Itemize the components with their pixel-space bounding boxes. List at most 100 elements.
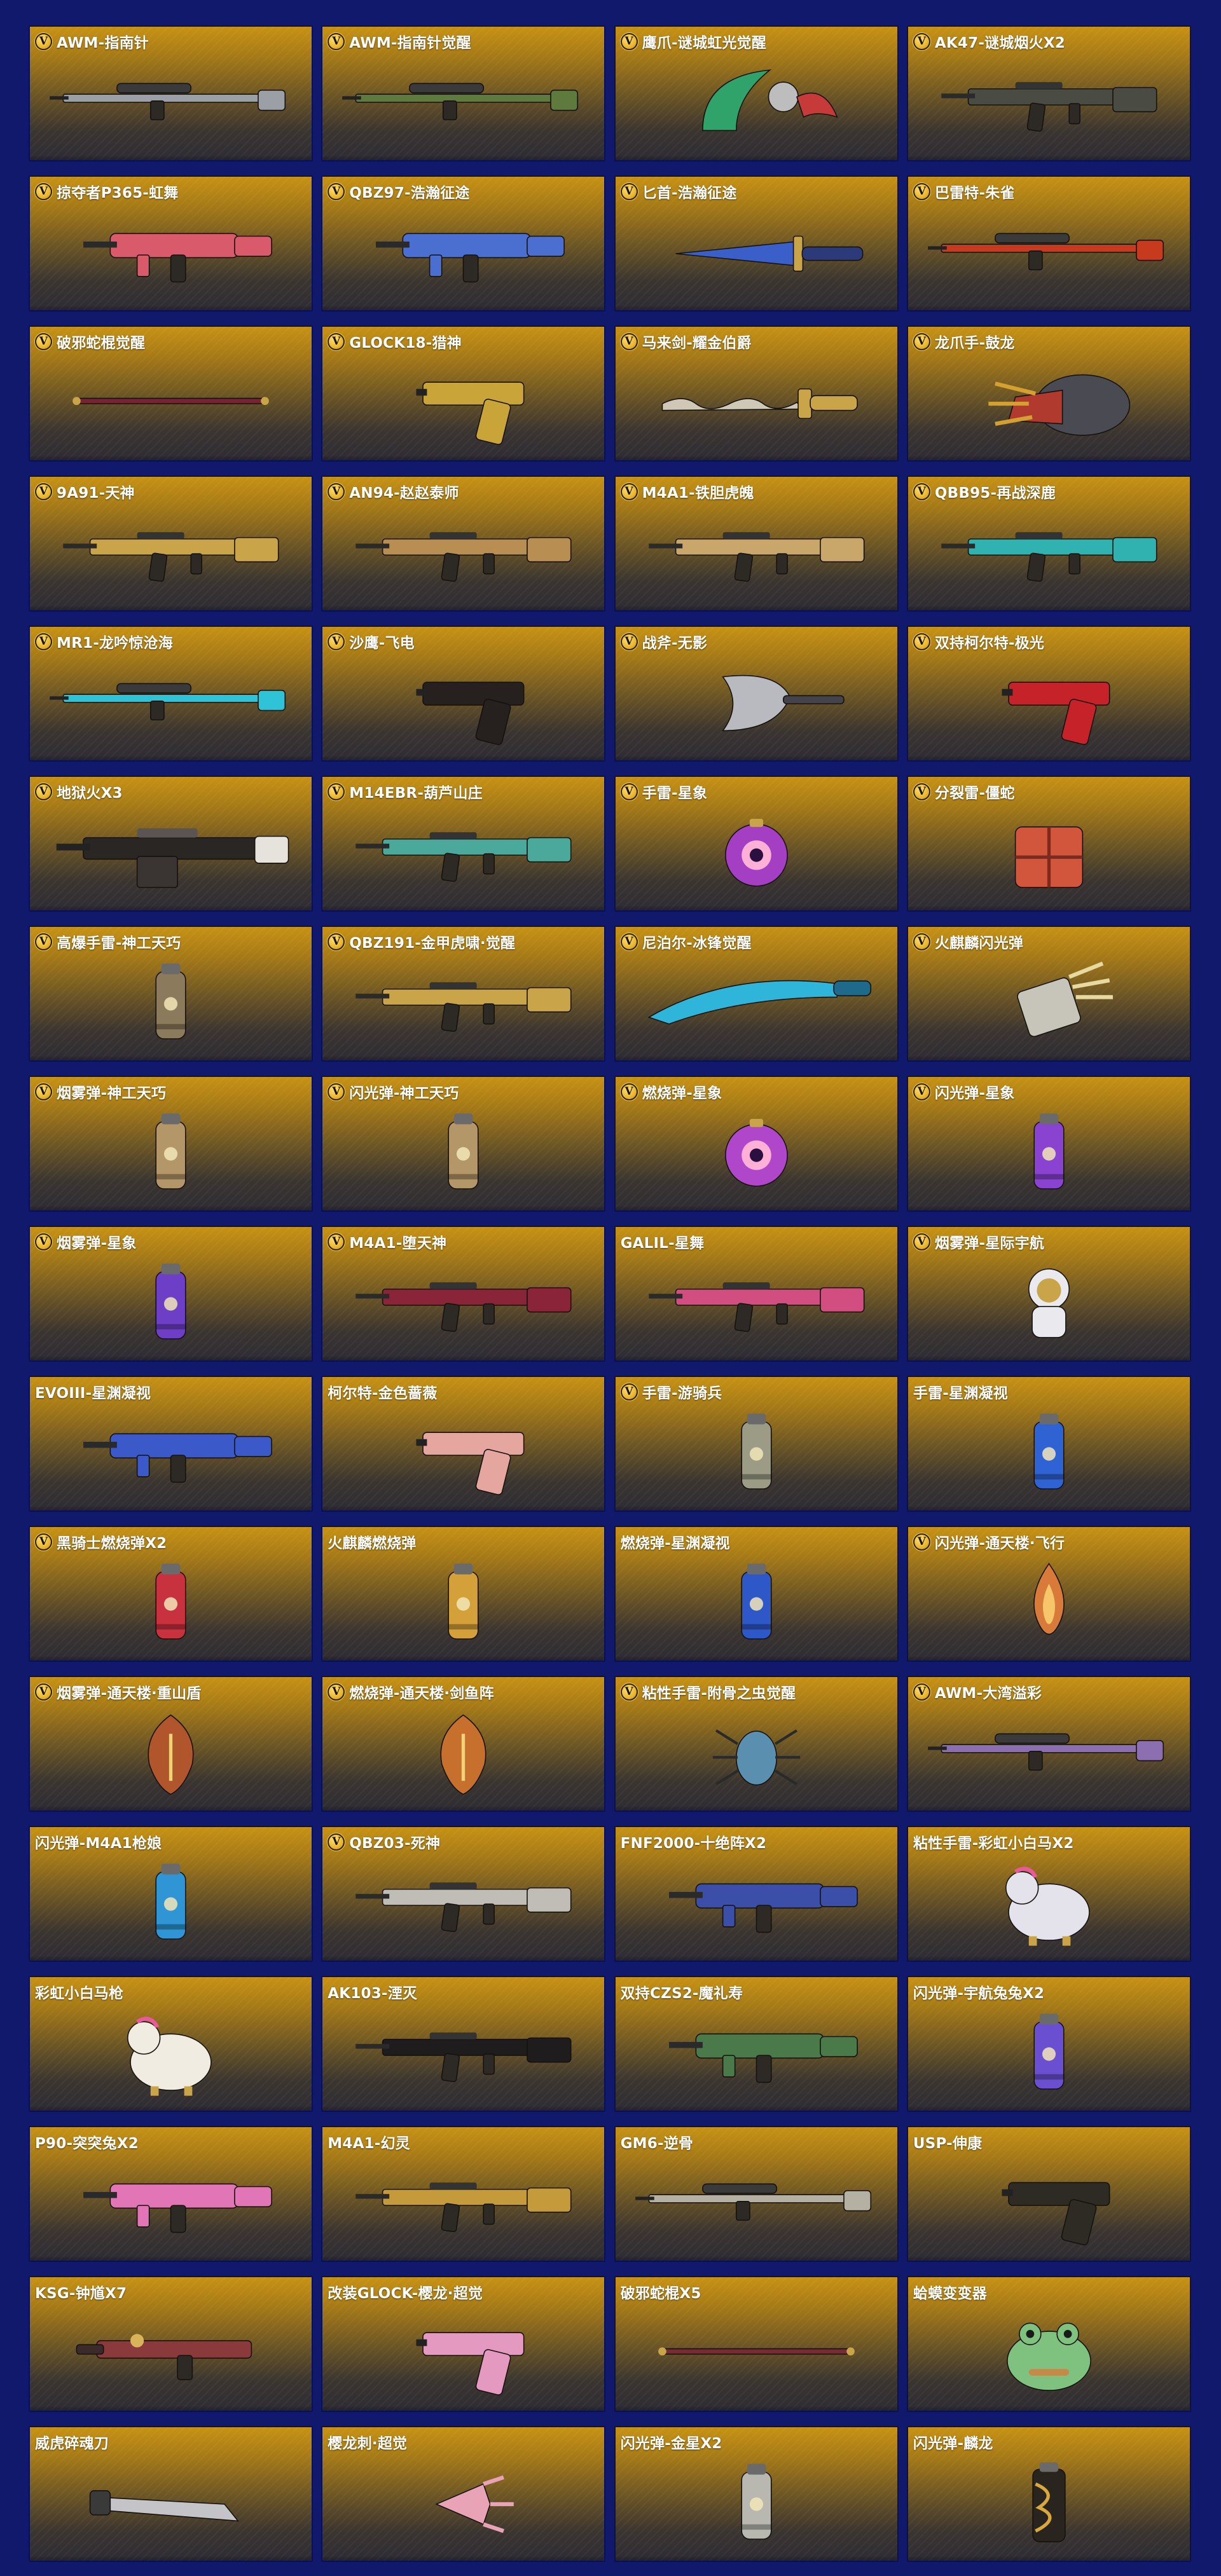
item-card-44[interactable]: V 闪光弹-通天楼·飞行: [906, 1526, 1191, 1662]
item-card-59[interactable]: GM6-逆骨: [614, 2126, 899, 2262]
item-name: 分裂雷-僵蛇: [934, 785, 1015, 802]
item-card-22[interactable]: V M14EBR-葫芦山庄: [321, 776, 606, 912]
item-card-header: 闪光弹-金星X2: [621, 2432, 892, 2452]
item-card-14[interactable]: V AN94-赵赵泰师: [321, 476, 606, 612]
item-card-38[interactable]: 柯尔特-金色蔷薇: [321, 1376, 606, 1512]
item-card-68[interactable]: 闪光弹-麟龙: [906, 2426, 1191, 2562]
item-card-18[interactable]: V 沙鹰-飞电: [321, 626, 606, 762]
item-card-31[interactable]: V 燃烧弹-星象: [614, 1076, 899, 1212]
item-card-header: V 马来剑-耀金伯爵: [620, 332, 892, 352]
item-card-46[interactable]: V 燃烧弹-通天楼·剑鱼阵: [321, 1676, 606, 1812]
item-name: 闪光弹-M4A1枪娘: [35, 1835, 162, 1852]
v-badge-icon: V: [328, 933, 345, 950]
item-card-66[interactable]: 樱龙刺·超觉: [321, 2426, 606, 2562]
dragon-canister-icon: [914, 2453, 1183, 2556]
item-name: 战斧-无影: [642, 635, 708, 652]
v-badge-icon: V: [913, 483, 930, 500]
item-card-67[interactable]: 闪光弹-金星X2: [614, 2426, 899, 2562]
item-card-4[interactable]: V AK47-谜城烟火X2: [906, 25, 1191, 161]
item-card-header: V 9A91-天神: [35, 482, 307, 502]
frog-icon: [914, 2303, 1183, 2406]
item-name: QBZ97-浩瀚征途: [349, 185, 470, 202]
assault-rifle-icon: [329, 2003, 598, 2106]
item-card-57[interactable]: P90-突突兔X2: [29, 2126, 313, 2262]
smg-icon: [622, 2003, 891, 2106]
item-card-15[interactable]: V M4A1-铁胆虎魄: [614, 476, 899, 612]
item-card-17[interactable]: V MR1-龙吟惊沧海: [29, 626, 313, 762]
item-card-12[interactable]: V 龙爪手-鼓龙: [906, 325, 1191, 462]
item-card-42[interactable]: 火麒麟燃烧弹: [321, 1526, 606, 1662]
item-name: 高爆手雷-神工天巧: [57, 935, 181, 952]
item-card-8[interactable]: V 巴雷特-朱雀: [906, 175, 1191, 312]
item-card-6[interactable]: V QBZ97-浩瀚征途: [321, 175, 606, 312]
item-card-43[interactable]: 燃烧弹-星渊凝视: [614, 1526, 899, 1662]
item-card-29[interactable]: V 烟雾弹-神工天巧: [29, 1076, 313, 1212]
item-card-63[interactable]: 破邪蛇棍X5: [614, 2276, 899, 2412]
item-card-34[interactable]: V M4A1-堕天神: [321, 1226, 606, 1362]
item-card-50[interactable]: V QBZ03-死神: [321, 1826, 606, 1962]
item-card-32[interactable]: V 闪光弹-星象: [906, 1076, 1191, 1212]
item-card-47[interactable]: V 粘性手雷-附骨之虫觉醒: [614, 1676, 899, 1812]
item-name: USP-伸康: [913, 2135, 983, 2152]
v-badge-icon: V: [913, 633, 930, 650]
item-card-49[interactable]: 闪光弹-M4A1枪娘: [29, 1826, 313, 1962]
item-card-header: V AK47-谜城烟火X2: [913, 32, 1185, 51]
item-card-61[interactable]: KSG-钟馗X7: [29, 2276, 313, 2412]
item-card-3[interactable]: V 鹰爪-谜城虹光觉醒: [614, 25, 899, 161]
item-card-26[interactable]: V QBZ191-金甲虎啸·觉醒: [321, 926, 606, 1062]
v-badge-icon: V: [35, 1233, 52, 1250]
item-card-45[interactable]: V 烟雾弹-通天楼·重山盾: [29, 1676, 313, 1812]
item-card-35[interactable]: GALIL-星舞: [614, 1226, 899, 1362]
item-card-1[interactable]: V AWM-指南针: [29, 25, 313, 161]
item-card-36[interactable]: V 烟雾弹-星际宇航: [906, 1226, 1191, 1362]
item-card-header: V 烟雾弹-星际宇航: [913, 1232, 1185, 1252]
item-card-header: V 沙鹰-飞电: [328, 632, 599, 652]
item-card-11[interactable]: V 马来剑-耀金伯爵: [614, 325, 899, 462]
item-card-header: V 地狱火X3: [35, 782, 307, 802]
smg-icon: [622, 1853, 891, 1956]
pistol-icon: [914, 652, 1183, 755]
item-name: 烟雾弹-通天楼·重山盾: [57, 1685, 202, 1702]
item-card-2[interactable]: V AWM-指南针觉醒: [321, 25, 606, 161]
item-card-56[interactable]: 闪光弹-宇航兔兔X2: [906, 1976, 1191, 2112]
item-card-27[interactable]: V 尼泊尔-冰锋觉醒: [614, 926, 899, 1062]
item-card-19[interactable]: V 战斧-无影: [614, 626, 899, 762]
item-card-40[interactable]: 手雷-星渊凝视: [906, 1376, 1191, 1512]
item-card-54[interactable]: AK103-湮灭: [321, 1976, 606, 2112]
item-card-41[interactable]: V 黑骑士燃烧弹X2: [29, 1526, 313, 1662]
item-card-30[interactable]: V 闪光弹-神工天巧: [321, 1076, 606, 1212]
item-name: 柯尔特-金色蔷薇: [328, 1385, 438, 1402]
item-card-60[interactable]: USP-伸康: [906, 2126, 1191, 2262]
item-card-10[interactable]: V GLOCK18-猎神: [321, 325, 606, 462]
item-card-16[interactable]: V QBB95-再战深鹿: [906, 476, 1191, 612]
item-card-24[interactable]: V 分裂雷-僵蛇: [906, 776, 1191, 912]
item-card-48[interactable]: V AWM-大湾溢彩: [906, 1676, 1191, 1812]
grenade-orb-icon: [622, 802, 891, 905]
item-card-39[interactable]: V 手雷-游骑兵: [614, 1376, 899, 1512]
item-name: 粘性手雷-附骨之虫觉醒: [642, 1685, 796, 1702]
item-card-55[interactable]: 双持CZS2-魔礼寿: [614, 1976, 899, 2112]
item-card-33[interactable]: V 烟雾弹-星象: [29, 1226, 313, 1362]
item-card-53[interactable]: 彩虹小白马枪: [29, 1976, 313, 2112]
item-card-65[interactable]: 威虎碎魂刀: [29, 2426, 313, 2562]
item-card-23[interactable]: V 手雷-星象: [614, 776, 899, 912]
item-card-9[interactable]: V 破邪蛇棍觉醒: [29, 325, 313, 462]
item-card-7[interactable]: V 匕首-浩瀚征途: [614, 175, 899, 312]
item-card-20[interactable]: V 双持柯尔特-极光: [906, 626, 1191, 762]
item-name: 彩虹小白马枪: [35, 1985, 124, 2002]
item-card-25[interactable]: V 高爆手雷-神工天巧: [29, 926, 313, 1062]
item-card-28[interactable]: V 火麒麟闪光弹: [906, 926, 1191, 1062]
item-card-header: V 黑骑士燃烧弹X2: [35, 1532, 307, 1552]
item-name: M4A1-铁胆虎魄: [642, 485, 754, 502]
item-card-37[interactable]: EVOIII-星渊凝视: [29, 1376, 313, 1512]
item-card-62[interactable]: 改装GLOCK-樱龙·超觉: [321, 2276, 606, 2412]
item-card-52[interactable]: 粘性手雷-彩虹小白马X2: [906, 1826, 1191, 1962]
item-card-58[interactable]: M4A1-幻灵: [321, 2126, 606, 2262]
item-card-13[interactable]: V 9A91-天神: [29, 476, 313, 612]
item-card-51[interactable]: FNF2000-十绝阵X2: [614, 1826, 899, 1962]
item-card-5[interactable]: V 掠夺者P365-虹舞: [29, 175, 313, 312]
item-card-64[interactable]: 蛤蟆变变器: [906, 2276, 1191, 2412]
v-badge-icon: V: [328, 783, 345, 800]
item-card-21[interactable]: V 地狱火X3: [29, 776, 313, 912]
item-card-header: V 战斧-无影: [620, 632, 892, 652]
